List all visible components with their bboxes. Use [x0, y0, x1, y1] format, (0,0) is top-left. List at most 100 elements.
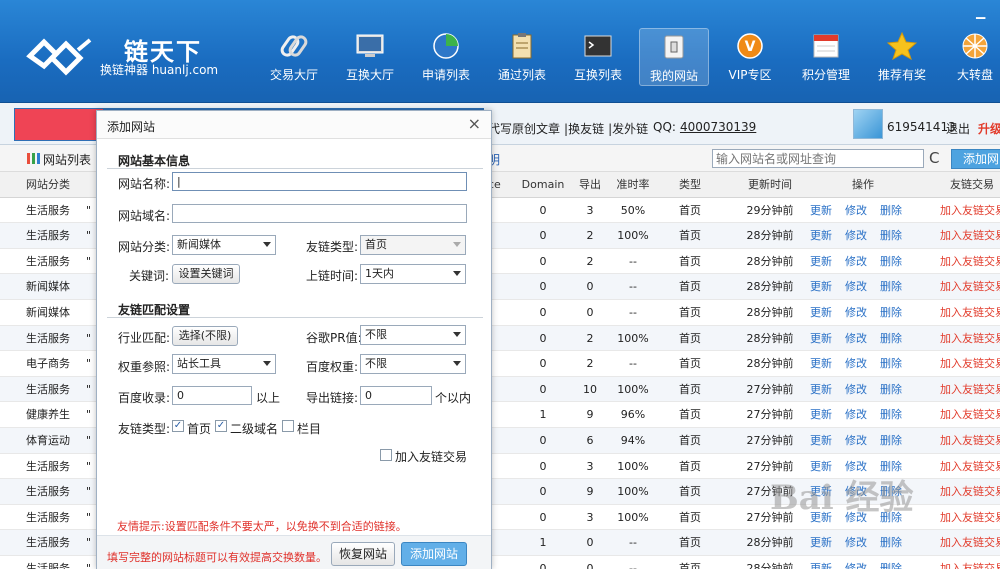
- edit-link[interactable]: 修改: [845, 204, 867, 217]
- delete-link[interactable]: 删除: [880, 204, 902, 217]
- delete-link[interactable]: 删除: [880, 536, 902, 549]
- add-to-link-trade-link[interactable]: 加入友链交易: [940, 223, 1000, 248]
- baidu-index-input[interactable]: 0: [172, 386, 252, 405]
- nav-approved-list[interactable]: 通过列表: [487, 28, 557, 88]
- add-to-link-trade-link[interactable]: 加入友链交易: [940, 479, 1000, 504]
- edit-link[interactable]: 修改: [845, 280, 867, 293]
- category-select[interactable]: 新闻媒体: [172, 235, 276, 255]
- update-link[interactable]: 更新: [810, 434, 832, 447]
- delete-link[interactable]: 删除: [880, 357, 902, 370]
- nav-lucky-wheel[interactable]: 大转盘: [940, 28, 1000, 88]
- add-to-link-trade-link[interactable]: 加入友链交易: [940, 198, 1000, 223]
- baidu-weight-select[interactable]: 不限: [360, 354, 466, 374]
- promo-link-external[interactable]: 发外链: [612, 122, 648, 136]
- add-site-toolbar-button[interactable]: 添加网: [951, 149, 1000, 169]
- nav-apply-list[interactable]: 申请列表: [411, 28, 481, 88]
- delete-link[interactable]: 删除: [880, 255, 902, 268]
- update-link[interactable]: 更新: [810, 255, 832, 268]
- delete-link[interactable]: 删除: [880, 332, 902, 345]
- edit-link[interactable]: 修改: [845, 408, 867, 421]
- set-keyword-button[interactable]: 设置关键词: [172, 264, 240, 284]
- delete-link[interactable]: 删除: [880, 562, 902, 569]
- weight-ref-select[interactable]: 站长工具: [172, 354, 276, 374]
- add-to-link-trade-link[interactable]: 加入友链交易: [940, 530, 1000, 555]
- update-link[interactable]: 更新: [810, 536, 832, 549]
- restore-site-button[interactable]: 恢复网站: [331, 542, 395, 566]
- edit-link[interactable]: 修改: [845, 332, 867, 345]
- tab-site-list[interactable]: 网站列表: [27, 151, 91, 168]
- site-name-input[interactable]: |: [172, 172, 467, 191]
- update-link[interactable]: 更新: [810, 306, 832, 319]
- edit-link[interactable]: 修改: [845, 536, 867, 549]
- add-to-link-trade-link[interactable]: 加入友链交易: [940, 505, 1000, 530]
- banner-ad[interactable]: [14, 108, 104, 141]
- add-to-link-trade-link[interactable]: 加入友链交易: [940, 351, 1000, 376]
- promo-links: 代写原创文章 |换友链 |发外链: [488, 122, 649, 136]
- add-to-link-trade-link[interactable]: 加入友链交易: [940, 556, 1000, 569]
- update-link[interactable]: 更新: [810, 332, 832, 345]
- subdomain-checkbox[interactable]: ✓: [215, 420, 227, 432]
- industry-select-button[interactable]: 选择(不限): [172, 326, 238, 346]
- edit-link[interactable]: 修改: [845, 357, 867, 370]
- update-link[interactable]: 更新: [810, 383, 832, 396]
- nav-my-sites[interactable]: 我的网站: [639, 28, 709, 86]
- nav-trade-hall[interactable]: 交易大厅: [259, 28, 329, 88]
- close-icon[interactable]: ×: [468, 114, 481, 133]
- add-to-link-trade-link[interactable]: 加入友链交易: [940, 249, 1000, 274]
- update-link[interactable]: 更新: [810, 229, 832, 242]
- logout-link[interactable]: 退出: [946, 120, 970, 137]
- uptime-select[interactable]: 1天内: [360, 264, 466, 284]
- update-link[interactable]: 更新: [810, 204, 832, 217]
- delete-link[interactable]: 删除: [880, 408, 902, 421]
- delete-link[interactable]: 删除: [880, 280, 902, 293]
- nav-exchange-hall[interactable]: 互换大厅: [335, 28, 405, 88]
- refresh-icon[interactable]: C: [929, 149, 939, 167]
- nav-vip-zone[interactable]: V VIP专区: [715, 28, 785, 88]
- avatar[interactable]: [853, 109, 883, 139]
- cell-update-time: 28分钟前: [746, 280, 794, 294]
- edit-link[interactable]: 修改: [845, 229, 867, 242]
- edit-link[interactable]: 修改: [845, 434, 867, 447]
- cell-category: 生活服务: [26, 485, 70, 499]
- site-search-input[interactable]: [712, 149, 924, 168]
- nav-referral-reward[interactable]: 推荐有奖: [867, 28, 937, 88]
- nav-points-management[interactable]: 积分管理: [791, 28, 861, 88]
- site-domain-input[interactable]: [172, 204, 467, 223]
- update-link[interactable]: 更新: [810, 408, 832, 421]
- col-domain: Domain: [521, 178, 565, 191]
- add-to-link-trade-link[interactable]: 加入友链交易: [940, 300, 1000, 325]
- export-input[interactable]: 0: [360, 386, 432, 405]
- promo-link-exchange[interactable]: 换友链: [568, 122, 604, 136]
- add-site-button[interactable]: 添加网站: [401, 542, 467, 566]
- add-to-link-trade-link[interactable]: 加入友链交易: [940, 428, 1000, 453]
- add-to-link-trade-link[interactable]: 加入友链交易: [940, 402, 1000, 427]
- add-to-link-trade-link[interactable]: 加入友链交易: [940, 274, 1000, 299]
- delete-link[interactable]: 删除: [880, 434, 902, 447]
- upgrade-link[interactable]: 升级: [978, 120, 1000, 137]
- qq-number[interactable]: 4000730139: [680, 120, 756, 134]
- delete-link[interactable]: 删除: [880, 383, 902, 396]
- column-checkbox[interactable]: [282, 420, 294, 432]
- edit-link[interactable]: 修改: [845, 306, 867, 319]
- delete-link[interactable]: 删除: [880, 306, 902, 319]
- update-link[interactable]: 更新: [810, 562, 832, 569]
- home-checkbox[interactable]: ✓: [172, 420, 184, 432]
- google-pr-select[interactable]: 不限: [360, 325, 466, 345]
- join-trade-checkbox[interactable]: [380, 449, 392, 461]
- edit-link[interactable]: 修改: [845, 383, 867, 396]
- cell-domain: 0: [539, 382, 547, 396]
- update-link[interactable]: 更新: [810, 280, 832, 293]
- add-to-link-trade-link[interactable]: 加入友链交易: [940, 326, 1000, 351]
- promo-link-article[interactable]: 代写原创文章: [488, 122, 560, 136]
- nav-exchange-list[interactable]: 互换列表: [563, 28, 633, 88]
- add-to-link-trade-link[interactable]: 加入友链交易: [940, 377, 1000, 402]
- minimize-button[interactable]: ▁: [976, 6, 990, 18]
- add-to-link-trade-link[interactable]: 加入友链交易: [940, 454, 1000, 479]
- weight-ref-label: 权重参照:: [118, 360, 171, 374]
- delete-link[interactable]: 删除: [880, 229, 902, 242]
- link-type-select[interactable]: 首页: [360, 235, 466, 255]
- edit-link[interactable]: 修改: [845, 562, 867, 569]
- col-category: 网站分类: [26, 178, 70, 191]
- update-link[interactable]: 更新: [810, 357, 832, 370]
- edit-link[interactable]: 修改: [845, 255, 867, 268]
